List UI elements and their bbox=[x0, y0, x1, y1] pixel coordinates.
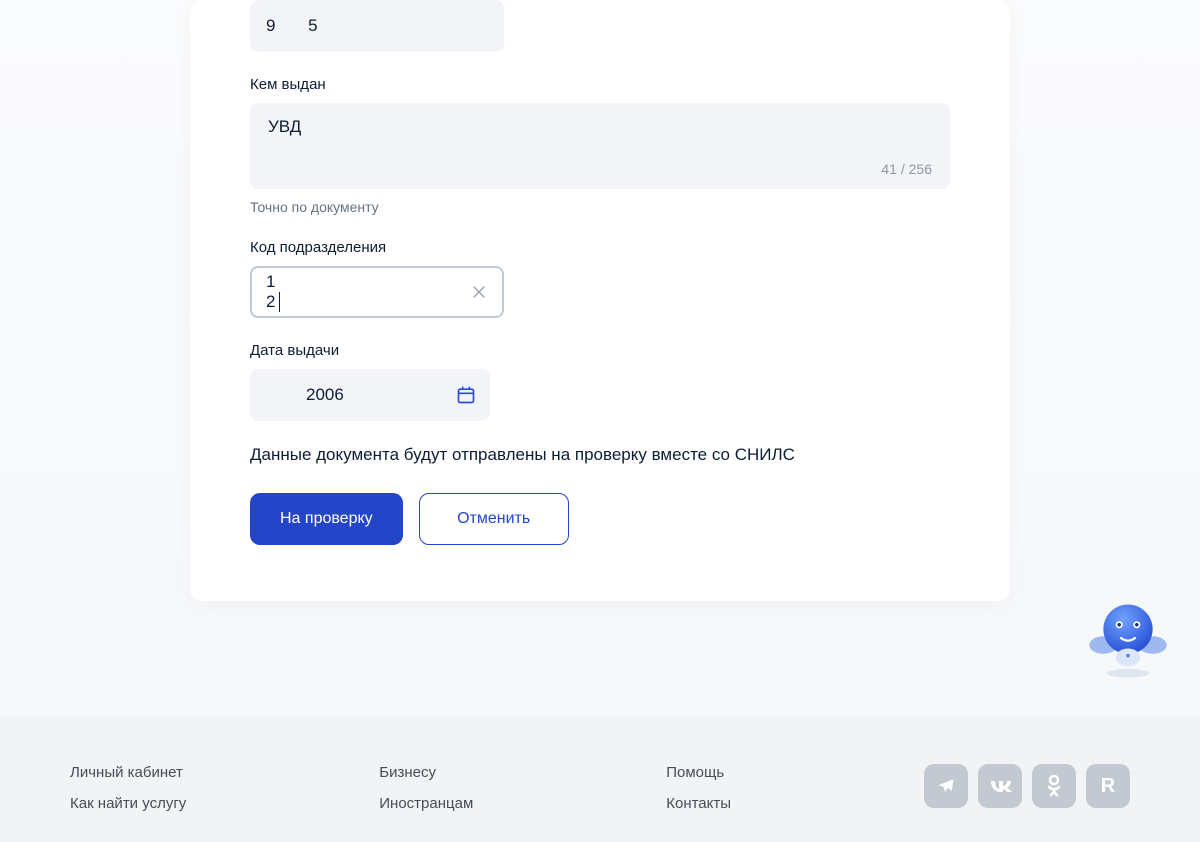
chatbot-widget[interactable] bbox=[1084, 594, 1172, 687]
text-cursor bbox=[279, 292, 280, 312]
social-row: R bbox=[924, 764, 1130, 808]
top-numeric-input[interactable]: 9 5 bbox=[250, 0, 504, 52]
vk-icon bbox=[988, 779, 1012, 793]
r-icon: R bbox=[1101, 775, 1115, 798]
social-telegram[interactable] bbox=[924, 764, 968, 808]
issue-date-label: Дата выдачи bbox=[250, 342, 950, 359]
social-ok[interactable] bbox=[1032, 764, 1076, 808]
issued-by-input[interactable]: УВД 41 / 256 bbox=[250, 103, 950, 189]
dept-code-group: Код подразделения 1 2 bbox=[250, 239, 950, 318]
submit-info: Данные документа будут отправлены на про… bbox=[250, 445, 950, 465]
footer-col-3: Помощь Контакты bbox=[666, 764, 731, 812]
dept-code-input[interactable]: 1 2 bbox=[250, 266, 504, 318]
issue-date-group: Дата выдачи 2006 bbox=[250, 342, 950, 421]
telegram-icon bbox=[936, 776, 956, 796]
top-field-group: 9 5 bbox=[250, 0, 950, 52]
submit-button[interactable]: На проверку bbox=[250, 493, 403, 545]
issued-by-value: УВД bbox=[268, 117, 932, 141]
chatbot-icon bbox=[1084, 594, 1172, 682]
social-r[interactable]: R bbox=[1086, 764, 1130, 808]
form-card: 9 5 Кем выдан УВД 41 / 256 Точно по доку… bbox=[190, 0, 1010, 601]
footer-link-find-service[interactable]: Как найти услугу bbox=[70, 795, 186, 812]
calendar-icon[interactable] bbox=[456, 385, 476, 405]
issue-date-input[interactable]: 2006 bbox=[250, 369, 490, 421]
footer: Личный кабинет Как найти услугу Бизнесу … bbox=[0, 716, 1200, 842]
issue-date-value: 2006 bbox=[306, 385, 344, 405]
footer-link-foreigners[interactable]: Иностранцам bbox=[379, 795, 473, 812]
issued-by-group: Кем выдан УВД 41 / 256 Точно по документ… bbox=[250, 76, 950, 215]
issued-by-label: Кем выдан bbox=[250, 76, 950, 93]
footer-link-help[interactable]: Помощь bbox=[666, 764, 731, 781]
ok-icon bbox=[1047, 775, 1061, 797]
dept-code-value: 1 2 bbox=[266, 272, 289, 311]
button-row: На проверку Отменить bbox=[250, 493, 950, 545]
footer-col-2: Бизнесу Иностранцам bbox=[379, 764, 473, 812]
footer-link-account[interactable]: Личный кабинет bbox=[70, 764, 186, 781]
char-count: 41 / 256 bbox=[268, 161, 932, 177]
cancel-button[interactable]: Отменить bbox=[419, 493, 569, 545]
top-value: 9 5 bbox=[266, 16, 332, 36]
footer-link-contacts[interactable]: Контакты bbox=[666, 795, 731, 812]
dept-code-label: Код подразделения bbox=[250, 239, 950, 256]
footer-link-business[interactable]: Бизнесу bbox=[379, 764, 473, 781]
clear-icon[interactable] bbox=[470, 283, 488, 301]
social-vk[interactable] bbox=[978, 764, 1022, 808]
footer-col-1: Личный кабинет Как найти услугу bbox=[70, 764, 186, 812]
issued-by-hint: Точно по документу bbox=[250, 199, 950, 215]
